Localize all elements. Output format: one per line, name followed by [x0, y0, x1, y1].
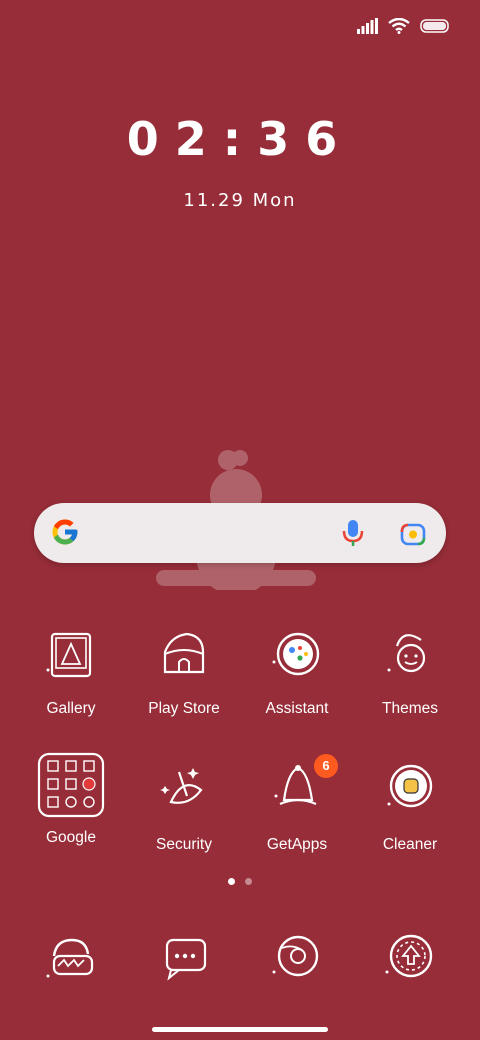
- google-search-bar[interactable]: [34, 503, 446, 563]
- app-label: GetApps: [266, 836, 328, 853]
- lens-icon[interactable]: [400, 522, 426, 546]
- google-g-icon: [52, 519, 78, 545]
- app-cleaner[interactable]: Cleaner: [354, 758, 466, 854]
- assistant-icon: [272, 632, 320, 676]
- notification-badge: 6: [314, 754, 338, 778]
- lock-date[interactable]: 11.29 Mon: [0, 190, 480, 211]
- dock-browser[interactable]: [262, 926, 332, 996]
- messages-icon: [165, 938, 207, 981]
- navigation-handle[interactable]: [152, 1027, 328, 1032]
- app-getapps[interactable]: 6 GetApps: [241, 754, 353, 854]
- app-gallery[interactable]: Gallery: [15, 622, 127, 718]
- page-dot-active[interactable]: [228, 878, 235, 885]
- gallery-icon: [46, 632, 92, 678]
- page-dot[interactable]: [245, 878, 252, 885]
- themes-icon: [387, 634, 426, 673]
- app-label: Themes: [382, 700, 438, 717]
- google-folder-icon: [37, 752, 105, 818]
- cleaner-icon: [387, 764, 433, 808]
- page-indicator[interactable]: [0, 878, 480, 885]
- app-label: Assistant: [265, 700, 329, 717]
- app-assistant[interactable]: Assistant: [241, 622, 353, 718]
- play-store-icon: [163, 632, 205, 674]
- app-play-store[interactable]: Play Store: [128, 622, 240, 718]
- camera-icon: [385, 934, 433, 978]
- dock-messages[interactable]: [149, 926, 219, 996]
- app-google-folder[interactable]: Google: [15, 751, 127, 847]
- wifi-icon: [388, 18, 410, 34]
- dock-camera[interactable]: [375, 926, 445, 996]
- mic-icon[interactable]: [342, 519, 364, 547]
- app-security[interactable]: Security: [128, 758, 240, 854]
- security-icon: [160, 768, 203, 804]
- app-label: Play Store: [148, 700, 220, 717]
- battery-icon: [420, 19, 449, 33]
- browser-icon: [272, 935, 319, 977]
- app-label: Cleaner: [382, 836, 438, 853]
- phone-icon: [46, 938, 94, 978]
- signal-icon: [357, 18, 378, 34]
- app-label: Security: [156, 836, 212, 853]
- status-bar: [356, 18, 450, 34]
- dock-phone[interactable]: [36, 926, 106, 996]
- lock-clock[interactable]: 02:36: [0, 112, 480, 166]
- app-label: Google: [46, 829, 96, 846]
- app-themes[interactable]: Themes: [354, 622, 466, 718]
- app-label: Gallery: [46, 700, 96, 717]
